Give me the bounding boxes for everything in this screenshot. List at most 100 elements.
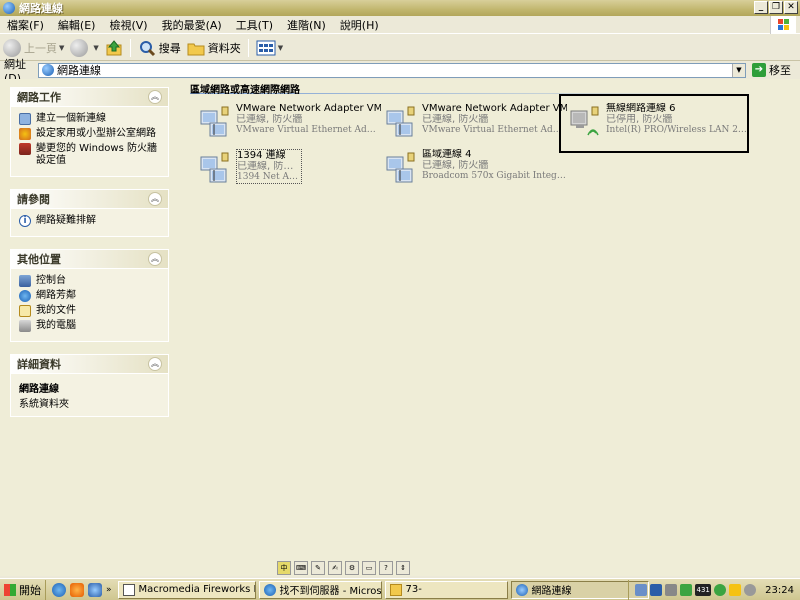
- network-adapter-icon: [386, 152, 415, 183]
- tray-volume-icon[interactable]: [729, 584, 742, 596]
- task-label: 73-: [405, 584, 422, 595]
- my-documents-link[interactable]: 我的文件: [19, 305, 160, 317]
- panel-title: 詳細資料: [17, 358, 61, 371]
- task-label: 控制台: [36, 275, 66, 286]
- taskbar-fireworks[interactable]: Macromedia Fireworks M...: [117, 580, 256, 599]
- task-label: 我的文件: [36, 305, 76, 316]
- layout-icon[interactable]: ▭: [362, 561, 376, 575]
- details-description: 系統資料夾: [19, 399, 69, 410]
- close-button[interactable]: ✕: [784, 1, 798, 14]
- details-header[interactable]: 詳細資料 ︽: [10, 354, 169, 374]
- tray-badge[interactable]: 431: [695, 584, 712, 596]
- my-computer-icon: [19, 320, 31, 332]
- search-button[interactable]: 搜尋: [135, 37, 184, 59]
- toolbar: 上一頁 ▼ ▼ 搜尋 資料夾 ▼: [0, 35, 800, 61]
- network-tasks-panel: 網路工作 ︽ 建立一個新連線 設定家用或小型辦公室網路 變更您的 Windows…: [10, 87, 169, 177]
- settings-icon[interactable]: ⚙: [345, 561, 359, 575]
- options-icon[interactable]: ⇕: [396, 561, 410, 575]
- forward-dropdown-icon[interactable]: ▼: [93, 44, 98, 52]
- collapse-chevron-icon[interactable]: ︽: [148, 90, 162, 104]
- fireworks-icon: [122, 583, 135, 596]
- address-input[interactable]: 網路連線 ▼: [38, 62, 746, 78]
- input-method-icon[interactable]: 中: [277, 561, 291, 575]
- taskbar-folder[interactable]: 73-: [384, 580, 508, 599]
- collapse-chevron-icon[interactable]: ︽: [148, 252, 162, 266]
- network-connections-icon: [515, 583, 528, 596]
- windows-logo: [770, 16, 796, 34]
- menu-tools[interactable]: 工具(T): [229, 17, 280, 33]
- menu-advanced[interactable]: 進階(N): [280, 17, 333, 33]
- connection-item-selected[interactable]: 1394 連線 已連線, 防火牆 1394 Net Adapter: [194, 147, 379, 189]
- setup-home-network-task[interactable]: 設定家用或小型辦公室網路: [19, 128, 160, 140]
- my-computer-link[interactable]: 我的電腦: [19, 320, 160, 332]
- quick-launch: »: [46, 580, 118, 600]
- up-button[interactable]: [102, 37, 126, 59]
- firewall-settings-task[interactable]: 變更您的 Windows 防火牆設定值: [19, 143, 160, 167]
- tools-icon[interactable]: ✎: [311, 561, 325, 575]
- connection-item[interactable]: VMware Network Adapter VMnet8 已連線, 防火牆 V…: [380, 101, 567, 143]
- views-dropdown-icon[interactable]: ▼: [278, 44, 283, 52]
- connection-item[interactable]: 區域連線 4 已連線, 防火牆 Broadcom 570x Gigabit In…: [380, 147, 567, 189]
- collapse-chevron-icon[interactable]: ︽: [148, 192, 162, 206]
- back-dropdown-icon[interactable]: ▼: [59, 44, 64, 52]
- task-pane: 網路工作 ︽ 建立一個新連線 設定家用或小型辦公室網路 變更您的 Windows…: [10, 87, 169, 429]
- tray-power-icon[interactable]: [744, 584, 757, 596]
- windows-flag-icon: [4, 583, 16, 596]
- task-label: 網路連線: [531, 586, 572, 597]
- network-adapter-icon: [200, 106, 229, 137]
- address-value: 網路連線: [57, 64, 101, 77]
- network-places-link[interactable]: 網路芳鄰: [19, 290, 160, 302]
- title-bar[interactable]: 網路連線 _ ❐ ✕: [0, 0, 800, 16]
- menu-file[interactable]: 檔案(F): [0, 17, 51, 33]
- taskbar-browser[interactable]: 找不到伺服器 - Microso...: [258, 580, 382, 599]
- control-panel-link[interactable]: 控制台: [19, 275, 160, 287]
- system-tray: 431 23:24: [628, 580, 800, 600]
- connection-device: VMware Virtual Ethernet Adapter f...: [236, 125, 381, 135]
- outlook-icon[interactable]: [88, 582, 102, 597]
- network-adapter-icon: [200, 152, 229, 183]
- connection-name: VMware Network Adapter VMnet8: [422, 103, 567, 114]
- main-area: 網路工作 ︽ 建立一個新連線 設定家用或小型辦公室網路 變更您的 Windows…: [0, 79, 800, 576]
- go-button[interactable]: ➔ 移至: [752, 62, 791, 78]
- quick-launch-more[interactable]: »: [106, 585, 112, 595]
- address-dropdown-icon[interactable]: ▼: [732, 63, 745, 77]
- network-tasks-header[interactable]: 網路工作 ︽: [10, 87, 169, 107]
- home-network-icon: [19, 128, 31, 140]
- tray-antivirus-icon[interactable]: [680, 584, 693, 596]
- help-icon[interactable]: ?: [379, 561, 393, 575]
- keyboard-icon[interactable]: ⌨: [294, 561, 308, 575]
- folders-button[interactable]: 資料夾: [184, 37, 244, 59]
- start-button[interactable]: 開始: [0, 579, 46, 600]
- menu-view[interactable]: 檢視(V): [102, 17, 154, 33]
- menu-help[interactable]: 說明(H): [333, 17, 386, 33]
- media-player-icon[interactable]: [70, 582, 84, 597]
- tray-wifi-icon[interactable]: [665, 584, 678, 596]
- menu-favorites[interactable]: 我的最愛(A): [155, 17, 229, 33]
- task-label: 找不到伺服器 - Microso...: [279, 586, 382, 597]
- connection-item[interactable]: VMware Network Adapter VMnet1 已連線, 防火牆 V…: [194, 101, 381, 143]
- tray-shield-icon[interactable]: [650, 584, 663, 596]
- connection-name: VMware Network Adapter VMnet1: [236, 103, 381, 114]
- menu-edit[interactable]: 編輯(E): [51, 17, 103, 33]
- tray-update-icon[interactable]: [714, 584, 727, 596]
- task-label: 網路芳鄰: [36, 290, 76, 301]
- panel-title: 網路工作: [17, 91, 61, 104]
- clock[interactable]: 23:24: [765, 585, 794, 596]
- pen-icon[interactable]: ✍: [328, 561, 342, 575]
- minimize-button[interactable]: _: [754, 1, 768, 14]
- ie-icon[interactable]: [52, 582, 66, 597]
- network-connections-icon: [3, 2, 15, 14]
- forward-button[interactable]: ▼: [67, 37, 101, 59]
- views-button[interactable]: ▼: [253, 37, 286, 59]
- views-icon: [256, 40, 276, 55]
- create-connection-task[interactable]: 建立一個新連線: [19, 113, 160, 125]
- window-title: 網路連線: [19, 2, 63, 15]
- other-places-header[interactable]: 其他位置 ︽: [10, 249, 169, 269]
- see-also-header[interactable]: 請參閱 ︽: [10, 189, 169, 209]
- info-icon: i: [19, 215, 31, 227]
- collapse-chevron-icon[interactable]: ︽: [148, 357, 162, 371]
- restore-button[interactable]: ❐: [769, 1, 783, 14]
- network-troubleshoot-task[interactable]: i 網路疑難排解: [19, 215, 160, 227]
- tray-network-icon[interactable]: [635, 584, 648, 596]
- toolbar-separator: [129, 38, 131, 57]
